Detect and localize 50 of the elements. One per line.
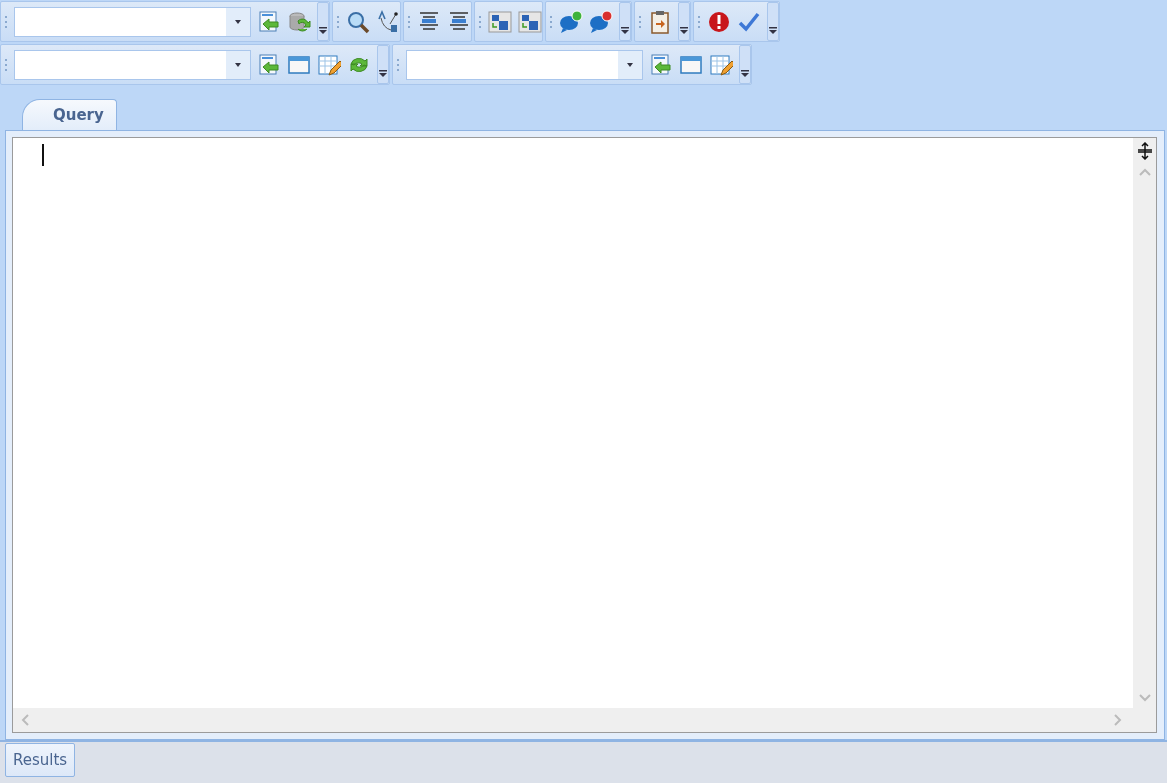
caret-icon	[234, 19, 242, 24]
dropdown-field[interactable]	[14, 49, 251, 80]
caret-icon	[234, 62, 242, 67]
grip-icon[interactable]	[4, 14, 8, 29]
overflow-button[interactable]	[377, 45, 389, 84]
grip-icon[interactable]	[336, 14, 340, 29]
scroll-left-icon[interactable]	[21, 714, 29, 726]
scroll-up-icon[interactable]	[1138, 168, 1151, 176]
grip-icon[interactable]	[697, 14, 701, 29]
search-icon[interactable]	[346, 9, 370, 34]
query-tab[interactable]: Query	[22, 99, 117, 130]
overflow-icon	[769, 27, 777, 34]
results-tab[interactable]: Results	[5, 743, 76, 777]
grip-icon[interactable]	[396, 57, 400, 72]
import-arrow-icon[interactable]	[257, 52, 281, 77]
font-swap-icon[interactable]	[488, 9, 512, 34]
overflow-icon	[680, 27, 688, 34]
overflow-button[interactable]	[678, 2, 690, 41]
overflow-button[interactable]	[619, 2, 631, 41]
speech-bubble-add-icon[interactable]	[559, 9, 583, 34]
overflow-icon	[379, 70, 387, 77]
grip-icon[interactable]	[407, 14, 411, 29]
caret-icon	[626, 62, 634, 67]
error-icon[interactable]	[707, 9, 731, 34]
dropdown-field[interactable]	[406, 49, 643, 80]
grip-icon[interactable]	[638, 14, 642, 29]
horizontal-scrollbar[interactable]	[13, 708, 1156, 732]
import-arrow-icon[interactable]	[257, 9, 281, 34]
connector-icon[interactable]	[376, 9, 400, 34]
overflow-icon	[319, 27, 327, 34]
vertical-scrollbar[interactable]	[1133, 138, 1156, 708]
scroll-down-icon[interactable]	[1138, 694, 1151, 702]
overflow-button[interactable]	[739, 45, 751, 84]
grid-pencil-icon[interactable]	[317, 52, 341, 77]
database-refresh-icon[interactable]	[287, 9, 311, 34]
overflow-icon	[621, 27, 629, 34]
font-swap-icon[interactable]	[518, 9, 542, 34]
overflow-button[interactable]	[317, 2, 329, 41]
clipboard-icon[interactable]	[648, 9, 672, 34]
split-handle-icon[interactable]	[1137, 142, 1152, 160]
speech-bubble-remove-icon[interactable]	[589, 9, 613, 34]
grip-icon[interactable]	[549, 14, 553, 29]
dropdown-field[interactable]	[14, 6, 251, 37]
overflow-icon	[741, 70, 749, 77]
grip-icon[interactable]	[4, 57, 8, 72]
scroll-right-icon[interactable]	[1114, 714, 1122, 726]
overflow-button[interactable]	[767, 2, 779, 41]
grip-icon[interactable]	[478, 14, 482, 29]
grid-pencil-icon[interactable]	[709, 52, 733, 77]
import-arrow-icon[interactable]	[649, 52, 673, 77]
